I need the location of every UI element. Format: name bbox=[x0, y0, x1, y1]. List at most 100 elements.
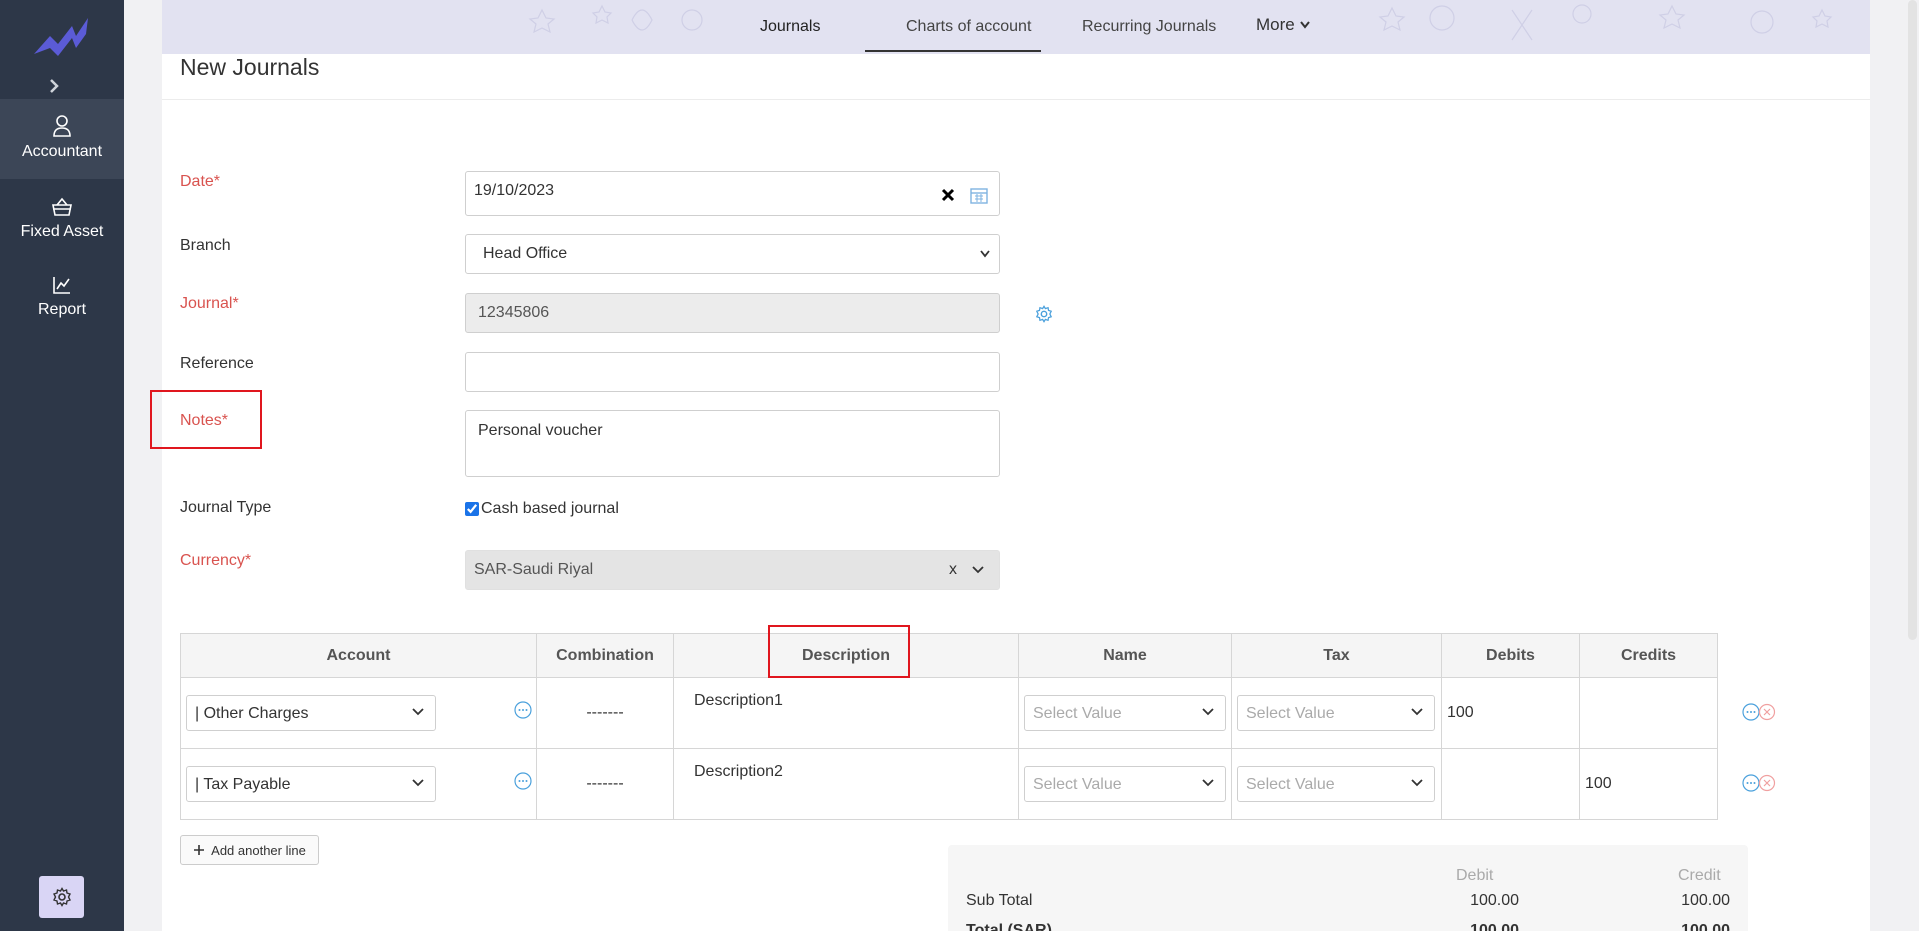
name-cell: Select Value bbox=[1018, 748, 1232, 820]
notes-textarea[interactable]: Personal voucher bbox=[465, 410, 1000, 477]
reference-input[interactable] bbox=[465, 352, 1000, 392]
tax-placeholder: Select Value bbox=[1246, 776, 1335, 793]
more-options-icon[interactable] bbox=[1742, 703, 1760, 721]
journal-number-field: 12345806 bbox=[465, 293, 1000, 333]
column-header-tax: Tax bbox=[1231, 633, 1442, 678]
sidebar-item-label: Report bbox=[37, 301, 87, 318]
account-cell: | Tax Payable bbox=[180, 748, 537, 820]
total-credit: 100.00 bbox=[1681, 922, 1730, 931]
tax-cell: Select Value bbox=[1231, 677, 1442, 749]
divider bbox=[162, 99, 1870, 100]
name-placeholder: Select Value bbox=[1033, 705, 1122, 722]
total-debit: 100.00 bbox=[1470, 922, 1519, 931]
description-cell[interactable]: Description1 bbox=[673, 677, 1019, 749]
credit-cell[interactable] bbox=[1579, 677, 1718, 749]
tab-more[interactable]: More bbox=[1256, 15, 1311, 35]
currency-clear-button[interactable]: x bbox=[949, 561, 957, 579]
chevron-down-icon bbox=[972, 566, 984, 574]
account-select[interactable]: | Tax Payable bbox=[186, 766, 436, 802]
settings-button[interactable] bbox=[39, 876, 84, 918]
sidebar-item-accountant[interactable]: Accountant bbox=[0, 99, 124, 179]
highlight-box bbox=[768, 625, 910, 678]
debit-cell[interactable] bbox=[1441, 748, 1580, 820]
account-value: | Other Charges bbox=[195, 705, 309, 722]
cash-based-label: Cash based journal bbox=[481, 500, 619, 517]
column-header-combination: Combination bbox=[536, 633, 674, 678]
remove-row-icon[interactable] bbox=[1758, 703, 1776, 721]
user-icon bbox=[53, 115, 71, 137]
credit-cell[interactable]: 100 bbox=[1579, 748, 1718, 820]
date-value: 19/10/2023 bbox=[474, 182, 555, 199]
debit-cell[interactable]: 100 bbox=[1441, 677, 1580, 749]
journal-number-value: 12345806 bbox=[478, 304, 550, 321]
column-header-debits: Debits bbox=[1441, 633, 1580, 678]
description-cell[interactable]: Description2 bbox=[673, 748, 1019, 820]
column-header-name: Name bbox=[1018, 633, 1232, 678]
name-select[interactable]: Select Value bbox=[1024, 695, 1226, 731]
sidebar-item-label: Fixed Asset bbox=[20, 223, 104, 240]
remove-row-icon[interactable] bbox=[1758, 774, 1776, 792]
cash-based-checkbox-row[interactable]: Cash based journal bbox=[465, 500, 619, 518]
account-cell: | Other Charges bbox=[180, 677, 537, 749]
plus-icon bbox=[194, 845, 205, 855]
journal-lines-table: Account Combination Description Name Tax… bbox=[180, 633, 1718, 820]
column-header-account: Account bbox=[180, 633, 537, 678]
chevron-down-icon bbox=[412, 708, 424, 716]
more-options-icon[interactable] bbox=[1742, 774, 1760, 792]
date-field[interactable]: 19/10/2023 bbox=[465, 171, 1000, 216]
tab-recurring-journals[interactable]: Recurring Journals bbox=[1082, 18, 1216, 36]
calendar-icon[interactable] bbox=[970, 186, 988, 204]
basket-icon bbox=[52, 197, 72, 216]
tax-select[interactable]: Select Value bbox=[1237, 695, 1435, 731]
cash-based-checkbox[interactable] bbox=[465, 502, 479, 516]
tax-select[interactable]: Select Value bbox=[1237, 766, 1435, 802]
logo-icon[interactable] bbox=[32, 14, 92, 62]
active-tab-indicator bbox=[865, 50, 1041, 52]
notes-value: Personal voucher bbox=[478, 422, 603, 439]
account-value: | Tax Payable bbox=[195, 776, 291, 793]
row-actions bbox=[1742, 774, 1776, 797]
sidebar-item-fixed-asset[interactable]: Fixed Asset bbox=[0, 181, 124, 261]
name-placeholder: Select Value bbox=[1033, 776, 1122, 793]
reference-label: Reference bbox=[180, 355, 254, 372]
branch-value: Head Office bbox=[483, 245, 568, 262]
table-row: | Tax Payable ------- Description2 Selec… bbox=[180, 748, 1718, 820]
add-another-line-button[interactable]: Add another line bbox=[180, 835, 319, 865]
tab-charts-of-account[interactable]: Charts of account bbox=[906, 18, 1031, 36]
add-another-line-label: Add another line bbox=[211, 842, 306, 858]
gear-icon bbox=[52, 887, 71, 907]
chevron-right-icon[interactable] bbox=[44, 76, 64, 96]
more-options-icon[interactable] bbox=[514, 772, 532, 790]
notes-label: Notes* bbox=[180, 412, 229, 429]
clear-icon[interactable] bbox=[941, 188, 955, 202]
gear-icon[interactable] bbox=[1035, 305, 1053, 323]
combination-cell: ------- bbox=[536, 677, 674, 749]
name-select[interactable]: Select Value bbox=[1024, 766, 1226, 802]
top-navigation: Journals Charts of account Recurring Jou… bbox=[162, 0, 1870, 54]
tab-journals[interactable]: Journals bbox=[760, 18, 820, 36]
date-label: Date* bbox=[180, 173, 221, 190]
credit-header: Credit bbox=[1678, 867, 1721, 884]
scrollbar-thumb[interactable] bbox=[1908, 0, 1917, 640]
table-header-row: Account Combination Description Name Tax… bbox=[180, 633, 1718, 678]
total-label: Total (SAR) bbox=[966, 922, 1052, 931]
chart-line-icon bbox=[53, 277, 70, 294]
chevron-down-icon bbox=[1300, 21, 1311, 29]
sidebar-item-label: Accountant bbox=[21, 143, 103, 160]
branch-select[interactable]: Head Office bbox=[465, 234, 1000, 274]
account-select[interactable]: | Other Charges bbox=[186, 695, 436, 731]
more-options-icon[interactable] bbox=[514, 701, 532, 719]
row-actions bbox=[1742, 703, 1776, 726]
sidebar-item-report[interactable]: Report bbox=[0, 259, 124, 339]
currency-label: Currency* bbox=[180, 552, 252, 569]
table-row: | Other Charges ------- Description1 Sel… bbox=[180, 677, 1718, 749]
currency-value: SAR-Saudi Riyal bbox=[474, 561, 594, 578]
chevron-down-icon bbox=[1202, 779, 1214, 787]
combination-cell: ------- bbox=[536, 748, 674, 820]
tax-cell: Select Value bbox=[1231, 748, 1442, 820]
page-title: New Journals bbox=[180, 54, 320, 80]
currency-select[interactable]: SAR-Saudi Riyal x bbox=[465, 550, 1000, 590]
name-cell: Select Value bbox=[1018, 677, 1232, 749]
column-header-credits: Credits bbox=[1579, 633, 1718, 678]
sub-total-debit: 100.00 bbox=[1470, 892, 1519, 909]
